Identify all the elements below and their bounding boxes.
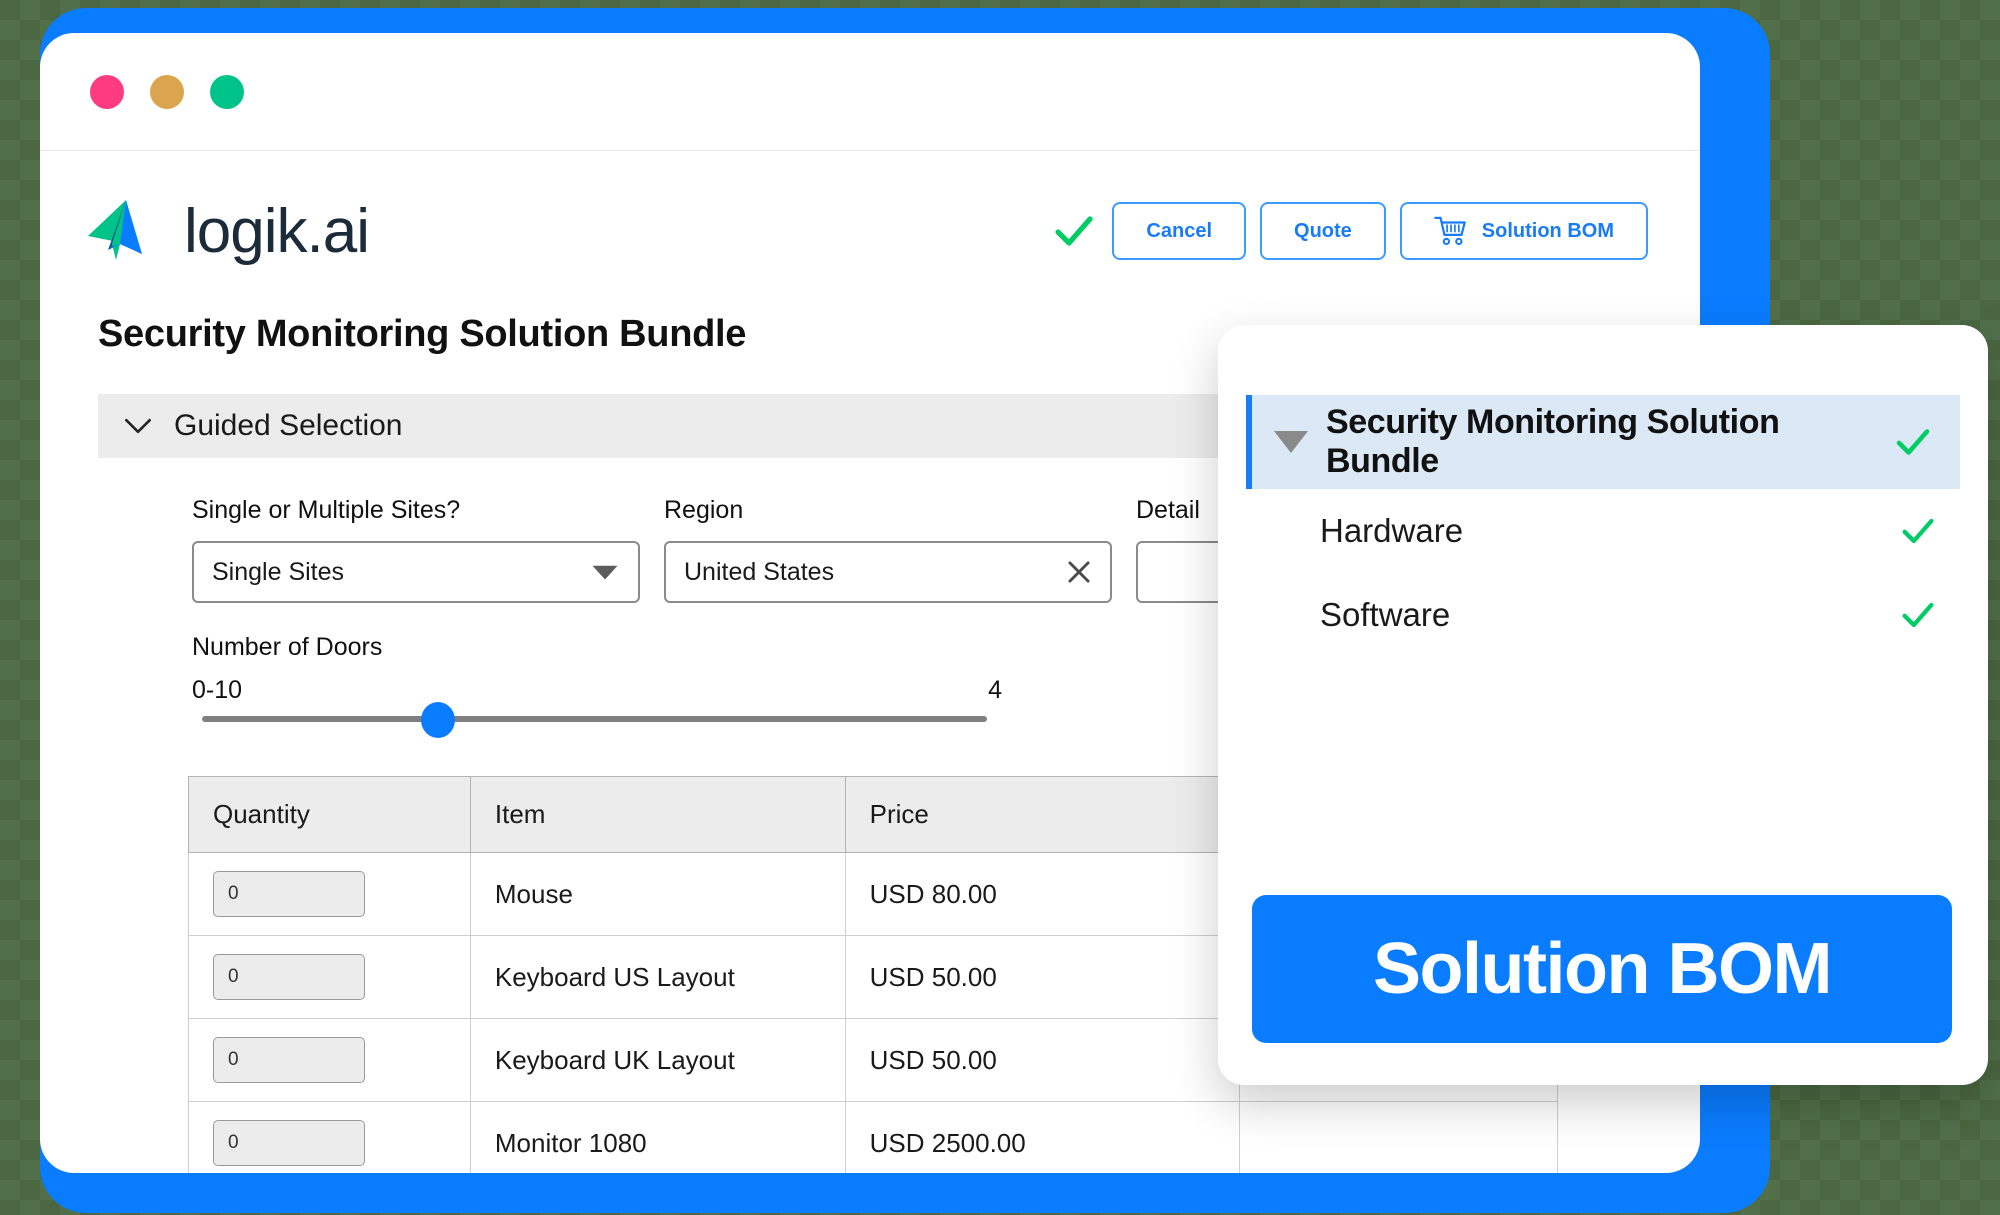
cell-item: Mouse [469, 852, 846, 936]
region-combobox[interactable]: United States [664, 541, 1112, 603]
cell-quantity [188, 1018, 471, 1102]
sites-dropdown[interactable]: Single Sites [192, 541, 640, 603]
guided-selection-label: Guided Selection [174, 409, 403, 442]
quantity-input[interactable] [213, 1037, 365, 1083]
header-actions: Cancel Quote Solution BOM [1050, 202, 1648, 260]
cart-icon [1433, 216, 1466, 246]
header-check-icon [1055, 216, 1094, 246]
cell-quantity [188, 935, 471, 1019]
cancel-button-label: Cancel [1146, 219, 1213, 242]
solution-bom-panel: Security Monitoring Solution Bundle Hard… [1218, 325, 1988, 1085]
cell-price: USD 50.00 [844, 935, 1241, 1019]
table-row: Monitor 1080USD 2500.00 [188, 1101, 1558, 1173]
bom-root-node[interactable]: Security Monitoring Solution Bundle [1246, 395, 1960, 489]
bom-child-label: Hardware [1320, 512, 1464, 549]
cell-quantity [188, 852, 471, 936]
doors-slider[interactable]: 0-10 4 [192, 676, 1002, 738]
cancel-button[interactable]: Cancel [1112, 202, 1247, 260]
brand-name: logik.ai [184, 196, 370, 266]
triangle-down-icon[interactable] [1274, 431, 1308, 453]
slider-track[interactable] [202, 716, 987, 722]
slider-thumb[interactable] [420, 702, 455, 738]
bom-root-label: Security Monitoring Solution Bundle [1326, 403, 1780, 480]
region-field-label: Region [664, 496, 744, 524]
window-maximize-dot[interactable] [210, 74, 244, 109]
clear-x-icon[interactable] [1066, 559, 1092, 585]
window-titlebar [40, 33, 1700, 151]
bom-child-node[interactable]: Software [1246, 573, 1938, 657]
caret-down-icon [592, 565, 618, 580]
quantity-input[interactable] [213, 871, 365, 917]
sites-field-label: Single or Multiple Sites? [192, 496, 461, 524]
cell-item: Keyboard US Layout [469, 935, 846, 1019]
column-header-quantity[interactable]: Quantity [188, 776, 471, 853]
cell-item: Keyboard UK Layout [469, 1018, 846, 1102]
cell-item: Monitor 1080 [469, 1101, 846, 1173]
quantity-input[interactable] [213, 954, 365, 1000]
bom-root-check-icon [1896, 429, 1930, 455]
chevron-down-icon [125, 418, 151, 434]
field-single-or-multiple-sites: Single or Multiple Sites? Single Sites [192, 496, 640, 603]
bom-children-list: Hardware Software [1218, 489, 1988, 657]
field-region: Region United States [664, 496, 1112, 603]
bom-child-label: Software [1320, 596, 1451, 633]
quote-button[interactable]: Quote [1260, 202, 1386, 260]
quantity-input[interactable] [213, 1120, 365, 1166]
window-close-dot[interactable] [90, 74, 124, 109]
cell-price: USD 80.00 [844, 852, 1241, 936]
bom-child-check-icon [1902, 602, 1934, 628]
slider-range-label: 0-10 [192, 676, 243, 704]
cell-quantity [188, 1101, 471, 1173]
solution-bom-button[interactable]: Solution BOM [1399, 202, 1648, 260]
window-minimize-dot[interactable] [150, 74, 184, 109]
cell-price: USD 2500.00 [844, 1101, 1241, 1173]
quote-button-label: Quote [1294, 219, 1352, 242]
bom-child-node[interactable]: Hardware [1246, 489, 1938, 573]
column-header-item[interactable]: Item [469, 776, 846, 853]
bom-child-check-icon [1902, 518, 1934, 544]
slider-value: 4 [988, 676, 1002, 704]
brand-logo[interactable]: logik.ai [86, 196, 370, 267]
cell-extra [1239, 1101, 1558, 1173]
app-header: logik.ai Cancel Quote Solution BOM [40, 151, 1700, 271]
region-value: United States [684, 557, 835, 586]
cell-price: USD 50.00 [844, 1018, 1241, 1102]
column-header-price[interactable]: Price [844, 776, 1241, 853]
solution-bom-button-label: Solution BOM [1481, 219, 1614, 242]
solution-bom-cta-label: Solution BOM [1373, 929, 1832, 1009]
sites-dropdown-value: Single Sites [212, 557, 345, 586]
logik-plane-icon [88, 200, 142, 260]
solution-bom-cta-button[interactable]: Solution BOM [1252, 895, 1952, 1043]
